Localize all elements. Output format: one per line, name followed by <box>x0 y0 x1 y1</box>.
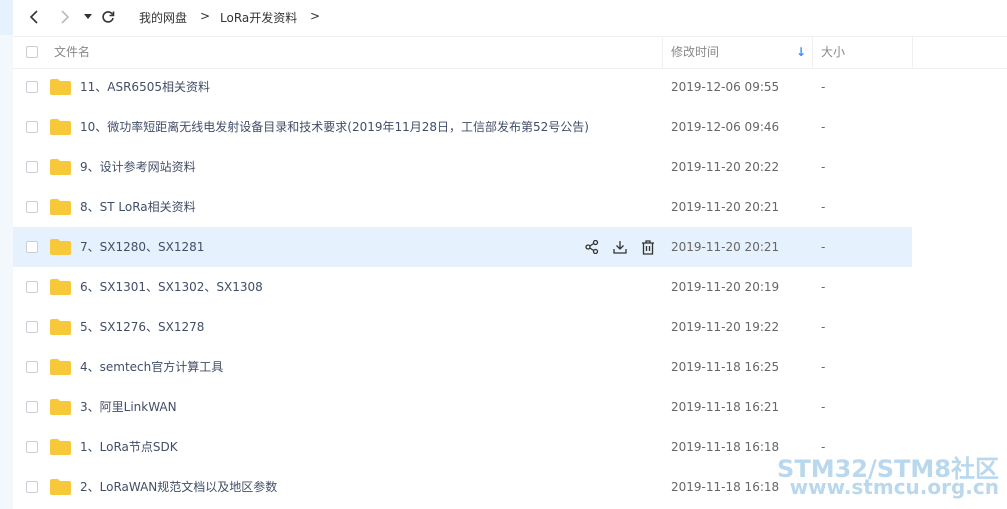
file-row[interactable]: 8、ST LoRa相关资料 2019-11-20 20:21 - <box>13 187 912 227</box>
folder-icon <box>50 239 71 255</box>
chevron-right-icon <box>61 10 70 24</box>
back-button[interactable] <box>24 6 46 28</box>
folder-icon <box>50 439 71 455</box>
row-checkbox[interactable] <box>26 481 38 493</box>
row-checkbox[interactable] <box>26 201 38 213</box>
file-name[interactable]: 9、设计参考网站资料 <box>80 147 196 187</box>
refresh-button[interactable] <box>97 6 119 28</box>
file-modified-time: 2019-12-06 09:55 <box>671 80 780 94</box>
forward-button[interactable] <box>53 6 75 28</box>
breadcrumb-root[interactable]: 我的网盘 <box>139 9 187 26</box>
file-name[interactable]: 3、阿里LinkWAN <box>80 387 177 427</box>
file-modified-time: 2019-11-18 16:21 <box>671 400 780 414</box>
share-icon[interactable] <box>583 238 601 256</box>
file-size: - <box>821 200 826 214</box>
column-header-modified[interactable]: 修改时间 <box>671 37 719 68</box>
row-checkbox[interactable] <box>26 241 38 253</box>
column-divider <box>912 37 913 68</box>
caret-down-icon <box>84 14 92 19</box>
row-checkbox[interactable] <box>26 401 38 413</box>
folder-icon <box>50 399 71 415</box>
file-row[interactable]: 10、微功率短距离无线电发射设备目录和技术要求(2019年11月28日，工信部发… <box>13 107 912 147</box>
breadcrumb-current[interactable]: LoRa开发资料 <box>220 9 297 26</box>
row-checkbox[interactable] <box>26 281 38 293</box>
row-checkbox[interactable] <box>26 81 38 93</box>
chevron-left-icon <box>29 10 38 24</box>
file-name[interactable]: 7、SX1280、SX1281 <box>80 227 204 267</box>
file-name[interactable]: 4、semtech官方计算工具 <box>80 347 223 387</box>
breadcrumb-separator: > <box>310 9 321 23</box>
row-checkbox[interactable] <box>26 161 38 173</box>
folder-icon <box>50 199 71 215</box>
row-checkbox[interactable] <box>26 441 38 453</box>
file-size: - <box>821 80 826 94</box>
refresh-icon <box>102 11 115 23</box>
file-name[interactable]: 10、微功率短距离无线电发射设备目录和技术要求(2019年11月28日，工信部发… <box>80 107 589 147</box>
column-divider <box>812 37 813 68</box>
file-modified-time: 2019-11-18 16:25 <box>671 360 780 374</box>
file-modified-time: 2019-11-20 20:19 <box>671 280 780 294</box>
row-checkbox[interactable] <box>26 361 38 373</box>
sidebar-selected-item[interactable] <box>0 0 13 35</box>
folder-icon <box>50 159 71 175</box>
sort-desc-icon[interactable]: ↓ <box>796 37 806 68</box>
file-size: - <box>821 280 826 294</box>
file-size: - <box>821 320 826 334</box>
file-modified-time: 2019-11-18 16:18 <box>671 440 780 454</box>
file-size: - <box>821 120 826 134</box>
column-header-size[interactable]: 大小 <box>821 37 845 68</box>
file-size: - <box>821 360 826 374</box>
file-name[interactable]: 6、SX1301、SX1302、SX1308 <box>80 267 263 307</box>
table-header: 文件名 修改时间 ↓ 大小 <box>13 36 1007 69</box>
file-size: - <box>821 160 826 174</box>
download-icon[interactable] <box>611 238 629 256</box>
select-all-checkbox[interactable] <box>26 46 38 58</box>
delete-icon[interactable] <box>639 238 657 256</box>
history-dropdown-button[interactable] <box>77 6 99 28</box>
navigation-bar: 我的网盘 > LoRa开发资料 > <box>13 0 1007 35</box>
file-row[interactable]: 3、阿里LinkWAN 2019-11-18 16:21 - <box>13 387 912 427</box>
column-divider <box>662 37 663 68</box>
folder-icon <box>50 79 71 95</box>
folder-icon <box>50 279 71 295</box>
file-row[interactable]: 6、SX1301、SX1302、SX1308 2019-11-20 20:19 - <box>13 267 912 307</box>
file-modified-time: 2019-12-06 09:46 <box>671 120 780 134</box>
file-size: - <box>821 240 826 254</box>
file-row[interactable]: 11、ASR6505相关资料 2019-12-06 09:55 - <box>13 67 912 107</box>
row-checkbox[interactable] <box>26 321 38 333</box>
file-row[interactable]: 9、设计参考网站资料 2019-11-20 20:22 - <box>13 147 912 187</box>
file-modified-time: 2019-11-20 20:22 <box>671 160 780 174</box>
file-size: - <box>821 400 826 414</box>
folder-icon <box>50 319 71 335</box>
folder-icon <box>50 359 71 375</box>
file-name[interactable]: 8、ST LoRa相关资料 <box>80 187 196 227</box>
row-actions <box>583 238 657 256</box>
file-row[interactable]: 7、SX1280、SX1281 2019-11-20 20:21 - <box>13 227 912 267</box>
folder-icon <box>50 119 71 135</box>
row-checkbox[interactable] <box>26 121 38 133</box>
breadcrumb-separator: > <box>200 9 211 23</box>
file-modified-time: 2019-11-20 19:22 <box>671 320 780 334</box>
file-name[interactable]: 1、LoRa节点SDK <box>80 427 178 467</box>
file-modified-time: 2019-11-20 20:21 <box>671 240 780 254</box>
file-modified-time: 2019-11-20 20:21 <box>671 200 780 214</box>
folder-icon <box>50 479 71 495</box>
file-modified-time: 2019-11-18 16:18 <box>671 480 780 494</box>
file-name[interactable]: 2、LoRaWAN规范文档以及地区参数 <box>80 467 277 507</box>
file-row[interactable]: 4、semtech官方计算工具 2019-11-18 16:25 - <box>13 347 912 387</box>
file-name[interactable]: 5、SX1276、SX1278 <box>80 307 204 347</box>
sidebar-strip <box>0 0 13 509</box>
watermark-url: www.stmcu.org.cn <box>789 475 999 499</box>
column-header-name[interactable]: 文件名 <box>54 37 90 68</box>
file-name[interactable]: 11、ASR6505相关资料 <box>80 67 210 107</box>
file-row[interactable]: 5、SX1276、SX1278 2019-11-20 19:22 - <box>13 307 912 347</box>
